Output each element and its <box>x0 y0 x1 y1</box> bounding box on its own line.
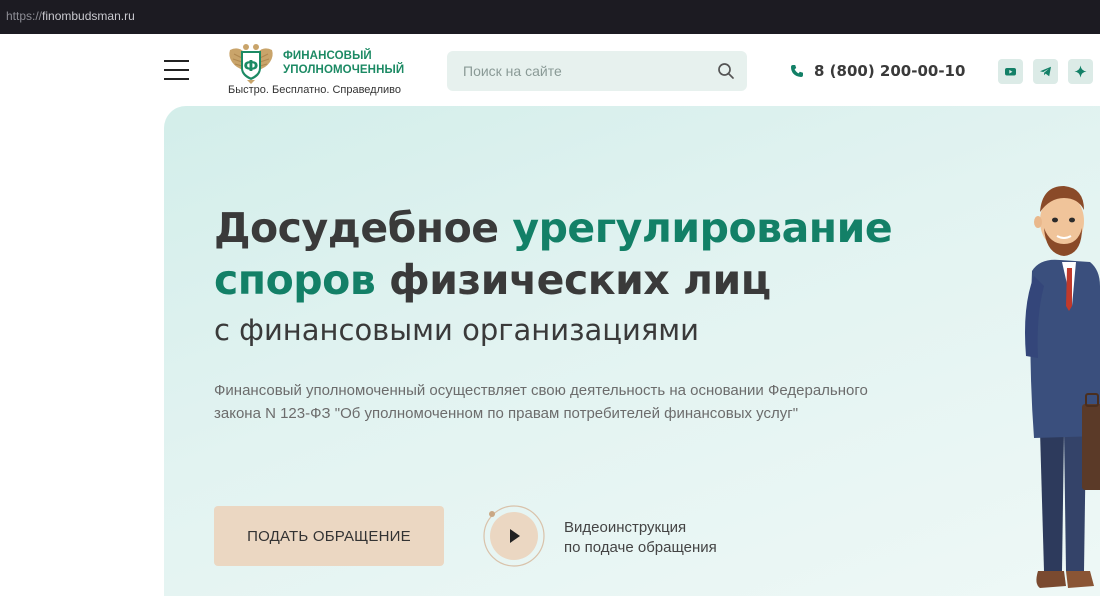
url-protocol: https:// <box>6 9 43 23</box>
menu-bar <box>164 78 189 80</box>
phone-contact[interactable]: 8 (800) 200-00-10 <box>790 61 965 81</box>
phone-icon <box>791 65 803 77</box>
businessman-illustration <box>1025 186 1100 588</box>
telegram-button[interactable] <box>1033 59 1058 84</box>
hero-title-part4: физических лиц <box>375 256 771 304</box>
hero-title-line2: споров физических лиц <box>214 256 771 304</box>
phone-number[interactable]: 8 (800) 200-00-10 <box>814 62 965 80</box>
url-text[interactable]: https://finombudsman.ru <box>6 9 135 23</box>
hero-banner: Досудебное урегулирование споров физичес… <box>164 106 1100 596</box>
search-icon[interactable] <box>717 62 735 80</box>
video-label-line1: Видеоинструкция <box>564 519 687 536</box>
logo-title-line1: ФИНАНСОВЫЙ <box>283 50 372 62</box>
telegram-icon <box>1040 66 1051 77</box>
hamburger-menu-icon[interactable] <box>164 58 189 82</box>
url-host: finombudsman.ru <box>42 9 135 23</box>
hero-title-line1: Досудебное урегулирование <box>214 204 893 252</box>
hero-title-part1: Досудебное <box>214 204 513 252</box>
youtube-button[interactable] <box>998 59 1023 84</box>
hero-subtitle: с финансовыми организациями <box>214 313 700 347</box>
logo-tagline: Быстро. Бесплатно. Справедливо <box>228 84 401 96</box>
browser-url-bar[interactable]: https://finombudsman.ru <box>0 0 1100 34</box>
search-box <box>447 51 747 91</box>
sparkle-icon <box>1074 65 1087 78</box>
youtube-icon <box>1005 68 1016 76</box>
submit-appeal-button[interactable]: ПОДАТЬ ОБРАЩЕНИЕ <box>214 506 444 566</box>
logo-title: ФИНАНСОВЫЙ УПОЛНОМОЧЕННЫЙ <box>283 49 404 77</box>
video-label-line2: по подаче обращения <box>564 539 717 556</box>
play-video-button[interactable] <box>482 504 546 568</box>
menu-bar <box>164 69 189 71</box>
hero-title-accent1: урегулирование <box>512 204 893 252</box>
hero-title-accent2: споров <box>214 256 376 304</box>
video-instruction-link[interactable]: Видеоинструкция по подаче обращения <box>564 518 717 558</box>
hero-description: Финансовый уполномоченный осуществляет с… <box>214 382 868 422</box>
logo-title-line2: УПОЛНОМОЧЕННЫЙ <box>283 64 405 76</box>
search-input[interactable] <box>447 51 707 91</box>
site-logo[interactable]: Ф ФИНАНСОВЫЙ УПОЛНОМОЧЕННЫЙ Быстро. Бесп… <box>226 42 416 100</box>
sparkle-button[interactable] <box>1068 59 1093 84</box>
eagle-emblem-icon: Ф <box>229 44 273 84</box>
emblem-letter: Ф <box>244 57 259 75</box>
menu-bar <box>164 60 189 62</box>
